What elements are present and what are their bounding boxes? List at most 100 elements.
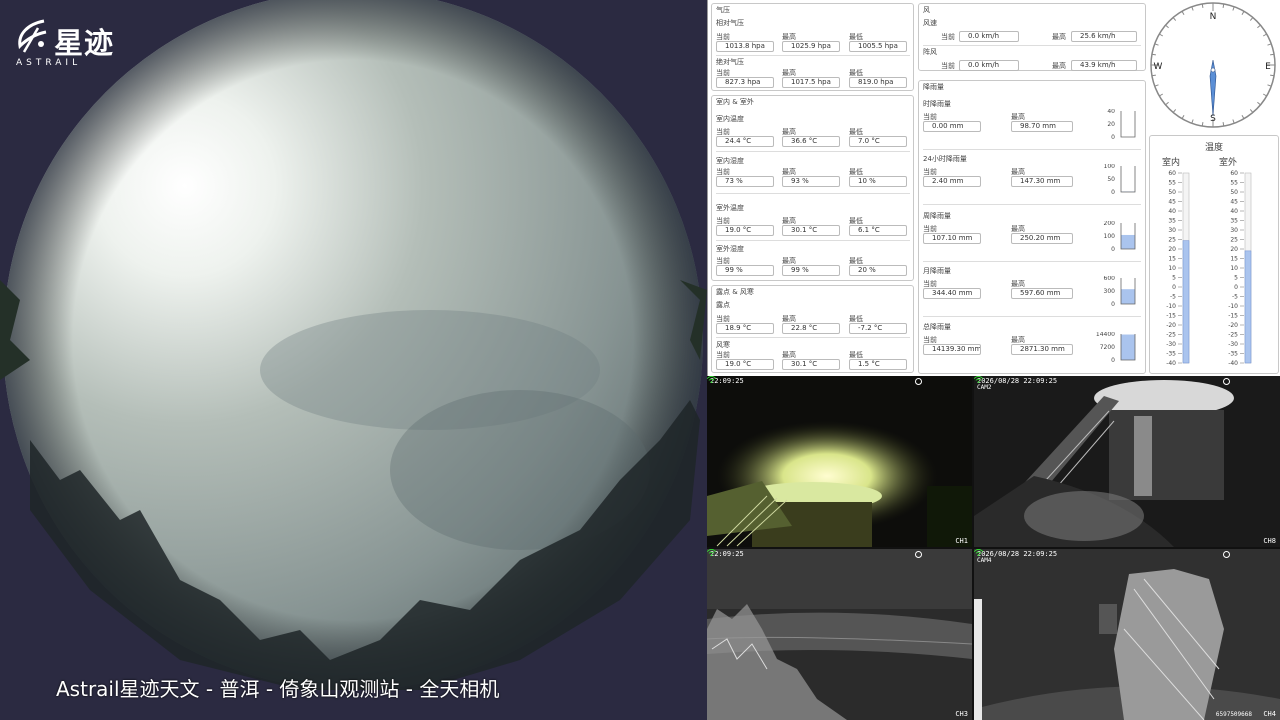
relative-pressure-current: 1013.8 hpa: [716, 41, 774, 52]
camera-1[interactable]: 22:09:25 CH1: [707, 376, 972, 547]
outdoor-scale-label: -35: [1228, 351, 1238, 358]
camera-4[interactable]: 2026/08/28 22:09:25 CAM4 6597509668 CH4: [974, 549, 1280, 720]
sky-caption: Astrail星迹天文 - 普洱 - 倚象山观测站 - 全天相机: [56, 677, 500, 701]
dewpoint-current: 18.9 °C: [716, 323, 774, 334]
indoor-scale-label: 55: [1168, 180, 1176, 187]
camera-3[interactable]: 22:09:25 CH3: [707, 549, 972, 720]
divider: [923, 149, 1141, 150]
clock-icon: [915, 551, 922, 558]
gust-current: 0.0 km/h: [959, 60, 1019, 71]
dewpoint-min: -7.2 °C: [849, 323, 907, 334]
windchill-max: 30.1 °C: [782, 359, 840, 370]
indoor-scale-label: -35: [1166, 351, 1176, 358]
rain-max: 2871.30 mm: [1011, 344, 1073, 355]
indoor-scale-label: 50: [1168, 189, 1176, 196]
dewpoint-windchill-panel: 露点 & 风寒 露点 当前 最高 最低 18.9 °C 22.8 °C -7.2…: [711, 285, 914, 373]
indoor-humidity-label: 室内湿度: [716, 157, 744, 165]
clock-icon: [1223, 378, 1230, 385]
outdoor-scale-label: 40: [1230, 208, 1238, 215]
gust-max: 43.9 km/h: [1071, 60, 1137, 71]
rain-tick-label: 0: [1111, 301, 1115, 308]
brand-en: ASTRAIL: [16, 58, 82, 68]
rainfall-title: 降雨量: [923, 83, 944, 91]
compass-dial: N S E W: [1150, 2, 1276, 128]
divider: [716, 193, 910, 194]
indoor-scale-label: -20: [1166, 322, 1176, 329]
outdoor-scale-label: -40: [1228, 360, 1238, 367]
rain-tick-label: 200: [1104, 221, 1116, 227]
channel-label: CH3: [955, 710, 968, 718]
relative-pressure-label: 相对气压: [716, 19, 744, 27]
rain-mini-chart: 100 50 0: [1104, 164, 1136, 196]
camera-name: CAM4: [977, 557, 992, 564]
camera-3-feed: [707, 549, 972, 720]
dashboard: 星迹 ASTRAIL Astrail星迹天文 - 普洱 - 倚象山观测站 - 全…: [0, 0, 1280, 720]
relative-pressure-min: 1005.5 hpa: [849, 41, 907, 52]
rainfall-panel: 降雨量 时降雨量 当前 0.00 mm 最高 98.70 mm 40 20 0 24小时降雨量当…: [918, 80, 1146, 374]
rain-axis: [1120, 111, 1136, 138]
astrail-logo-icon: [18, 19, 47, 53]
compass-south: S: [1210, 114, 1216, 124]
rain-item-label: 24小时降雨量: [923, 155, 967, 163]
indoor-temp-min: 7.0 °C: [849, 136, 907, 147]
outdoor-temp-label: 室外温度: [716, 204, 744, 212]
divider: [923, 261, 1141, 262]
outdoor-scale-label: 5: [1234, 275, 1238, 282]
pressure-panel: 气压 相对气压 当前 最高 最低 1013.8 hpa 1025.9 hpa 1…: [711, 3, 914, 91]
rain-tick-label: 20: [1107, 121, 1115, 128]
pressure-title: 气压: [716, 6, 730, 14]
rain-mini-chart: 40 20 0: [1107, 109, 1136, 141]
outdoor-temp-min: 6.1 °C: [849, 225, 907, 236]
camera-grid: 22:09:25 CH1 2026/08/28 22:09:25 CAM2 CH…: [707, 376, 1280, 720]
windchill-min: 1.5 °C: [849, 359, 907, 370]
signal-icon: [707, 549, 716, 556]
rain-current: 344.40 mm: [923, 288, 981, 299]
camera-2[interactable]: 2026/08/28 22:09:25 CAM2 CH8: [974, 376, 1280, 547]
thermometer-gauges: 605550454035302520151050-5-10-15-20-25-3…: [1166, 170, 1252, 367]
camera-4-feed: [974, 549, 1280, 720]
indoor-temp-label: 室内温度: [716, 115, 744, 123]
compass-tick: [1270, 53, 1275, 56]
compass-north: N: [1210, 12, 1217, 22]
device-id: 6597509668: [1215, 711, 1252, 718]
thermometer-panel: 温度 室内 室外 60 55 50 45 40 35 30 25 20 15 10 5 0 -5 -10 -1…: [1149, 135, 1279, 374]
rain-tick-label: 300: [1104, 288, 1116, 295]
wind-speed-max: 25.6 km/h: [1071, 31, 1137, 42]
camera-1-feed: [707, 421, 972, 547]
indoor-scale-label: -25: [1166, 332, 1176, 339]
windchill-current: 19.0 °C: [716, 359, 774, 370]
outdoor-scale-label: -25: [1228, 332, 1238, 339]
outdoor-scale-label: -5: [1232, 294, 1238, 301]
rain-tick-label: 100: [1104, 164, 1116, 170]
indoor-scale-label: 20: [1168, 246, 1176, 253]
indoor-scale-label: 60: [1168, 170, 1176, 177]
channel-label: CH8: [1263, 537, 1276, 545]
camera-2-feed: [974, 380, 1234, 547]
indoor-scale-label: 15: [1168, 256, 1176, 263]
rain-item-label: 月降雨量: [923, 267, 951, 275]
outdoor-scale-label: 10: [1230, 265, 1238, 272]
indoor-temp-current: 24.4 °C: [716, 136, 774, 147]
divider: [923, 204, 1141, 205]
rain-item-label: 总降雨量: [923, 323, 951, 331]
indoor-scale-label: 30: [1168, 227, 1176, 234]
outdoor-scale-label: 45: [1230, 199, 1238, 206]
rain-level-bar: [1121, 289, 1135, 304]
clock-icon: [915, 378, 922, 385]
clock-icon: [1223, 551, 1230, 558]
rain-mini-chart: 200 100 0: [1104, 221, 1136, 253]
compass-tick: [1222, 122, 1225, 127]
wind-compass: N S E W: [1148, 0, 1278, 132]
indoor-humidity-current: 73 %: [716, 176, 774, 187]
compass-tick: [1201, 122, 1204, 127]
camera-name: CAM2: [977, 384, 992, 391]
compass-tick: [1222, 3, 1225, 8]
rain-current: 0.00 mm: [923, 121, 981, 132]
indoor-scale-label: 35: [1168, 218, 1176, 225]
outdoor-scale-label: -20: [1228, 322, 1238, 329]
outdoor-humidity-label: 室外湿度: [716, 245, 744, 253]
outdoor-humidity-current: 99 %: [716, 265, 774, 276]
brand-cn: 星迹: [54, 26, 115, 60]
rain-tick-label: 0: [1111, 189, 1115, 196]
dewpoint-max: 22.8 °C: [782, 323, 840, 334]
